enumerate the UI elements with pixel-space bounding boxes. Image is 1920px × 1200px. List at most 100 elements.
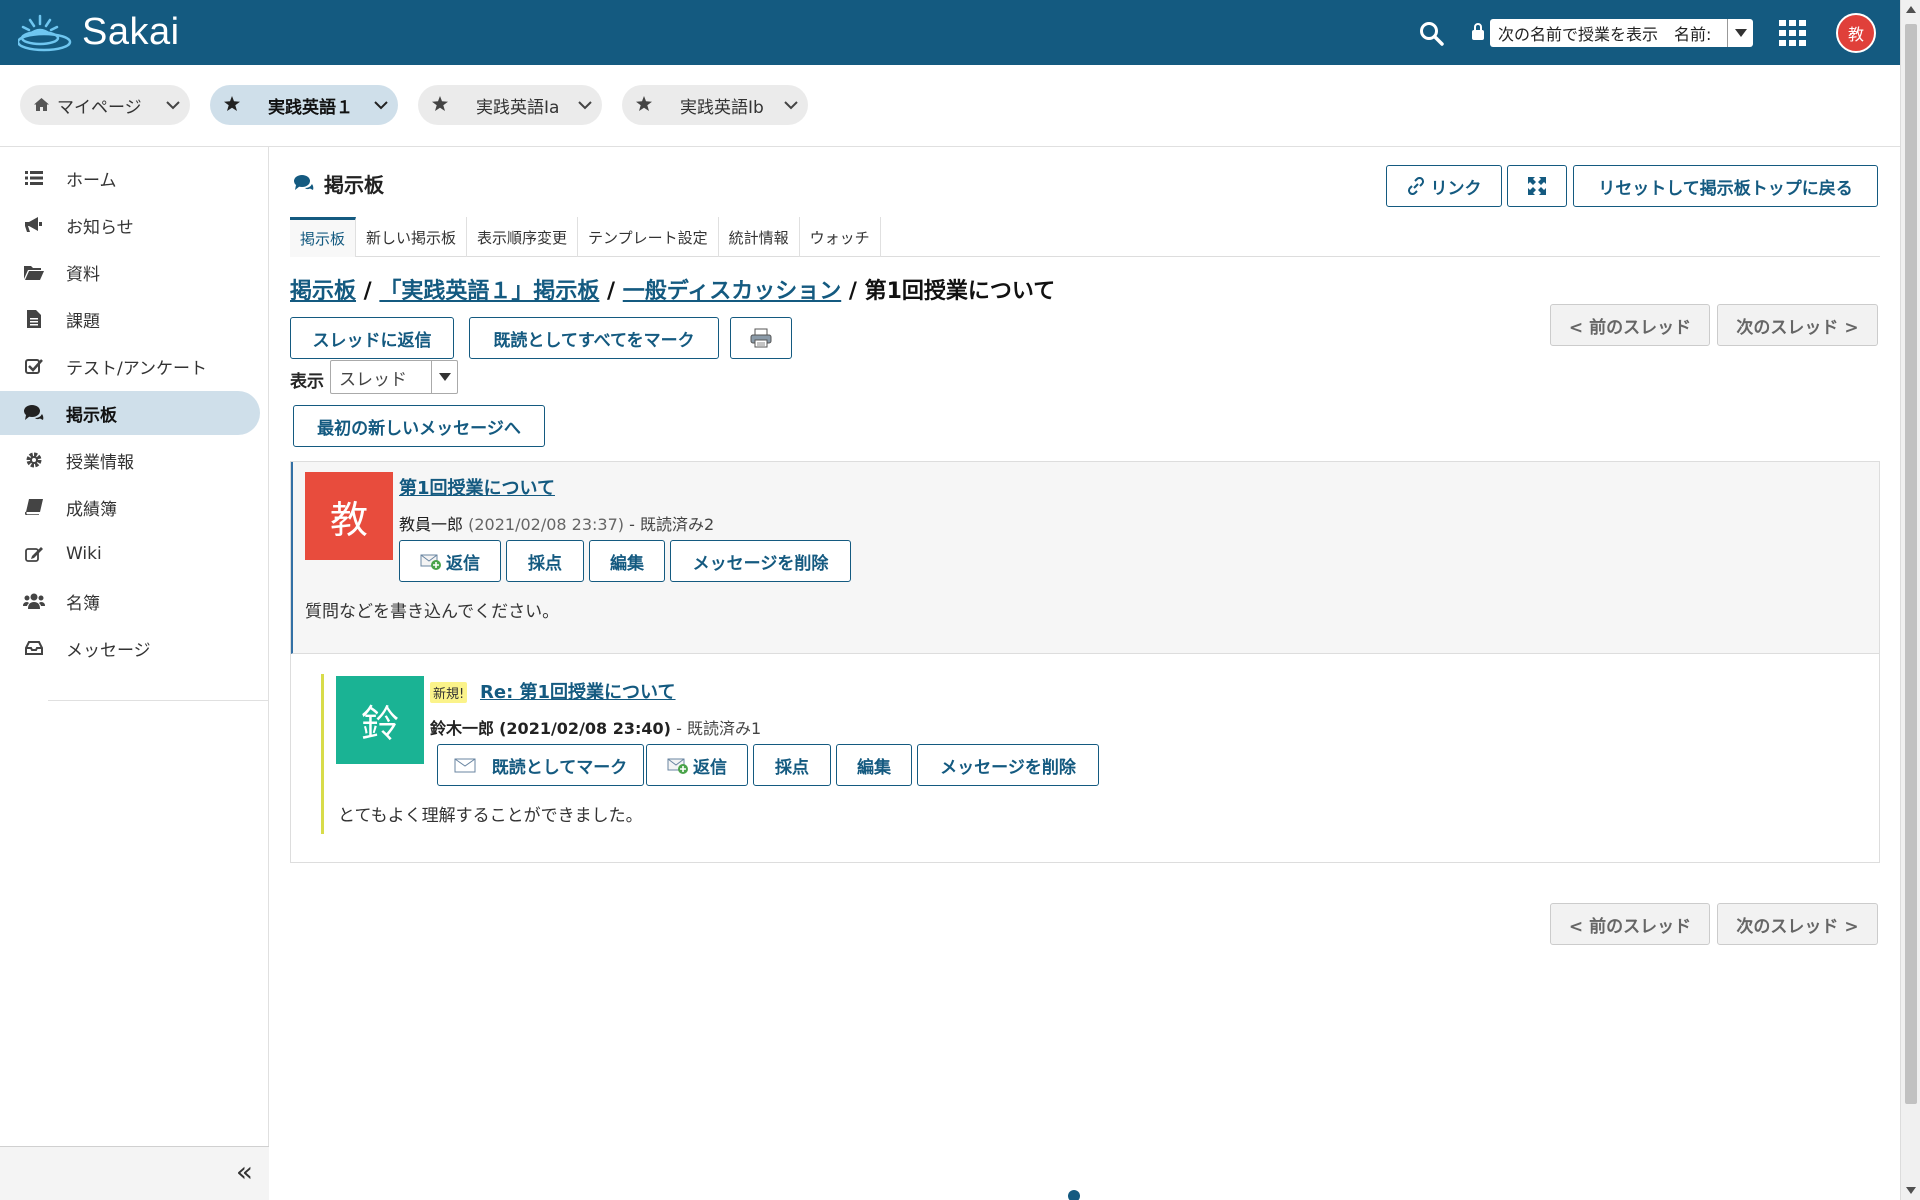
site-tab-mypage[interactable]: マイページ	[20, 85, 190, 125]
sidebar-item-messages[interactable]: メッセージ	[0, 626, 260, 670]
tool-title-text: 掲示板	[324, 173, 384, 197]
star-icon	[224, 95, 240, 115]
message-body: とてもよく理解することができました。	[338, 806, 643, 826]
message-read-count: - 既読済み2	[629, 515, 715, 534]
tab-new-forum[interactable]: 新しい掲示板	[356, 217, 468, 257]
link-icon	[1407, 177, 1424, 195]
inbox-icon	[22, 641, 46, 655]
sakai-logo[interactable]: Sakai	[18, 10, 180, 54]
chevron-down-icon[interactable]	[156, 100, 190, 110]
next-thread-button-bottom[interactable]: 次のスレッド >	[1717, 903, 1878, 945]
breadcrumb: 掲示板 / 「実践英語１」掲示板 / 一般ディスカッション / 第1回授業につい…	[290, 273, 1055, 305]
grade-button[interactable]: 採点	[506, 540, 584, 582]
mark-all-read-button[interactable]: 既読としてすべてをマーク	[469, 317, 719, 359]
new-badge: 新規!	[430, 682, 468, 703]
prev-thread-button[interactable]: < 前のスレッド	[1550, 304, 1710, 346]
display-mode-select[interactable]: スレッド	[330, 360, 458, 394]
reply-button[interactable]: 返信	[646, 744, 748, 786]
prev-thread-button-bottom[interactable]: < 前のスレッド	[1550, 903, 1710, 945]
breadcrumb-separator: /	[356, 279, 380, 304]
mail-icon	[454, 758, 476, 773]
next-thread-button[interactable]: 次のスレッド >	[1717, 304, 1878, 346]
chevron-down-icon	[431, 361, 457, 393]
app-name: Sakai	[82, 10, 180, 53]
display-label: 表示	[290, 372, 324, 392]
scroll-up-arrow[interactable]	[1906, 6, 1916, 13]
sidebar-item-label: テスト/アンケート	[66, 358, 208, 379]
display-mode-value: スレッド	[339, 369, 407, 390]
delete-message-button[interactable]: メッセージを削除	[670, 540, 851, 582]
comments-icon	[22, 405, 46, 421]
breadcrumb-topic-link[interactable]: 一般ディスカッション	[623, 279, 841, 304]
sidebar-item-resources[interactable]: 資料	[0, 250, 260, 294]
edit-button[interactable]: 編集	[589, 540, 665, 582]
site-tab-jissen-eigo-1[interactable]: 実践英語１	[210, 85, 398, 125]
message-body: 質問などを書き込んでください。	[305, 602, 560, 622]
collapse-sidebar-icon[interactable]: «	[236, 1158, 253, 1186]
lock-icon	[1470, 22, 1486, 42]
sidebar-item-announcements[interactable]: お知らせ	[0, 203, 260, 247]
chevron-down-icon[interactable]	[568, 100, 602, 110]
author-avatar: 教	[305, 472, 393, 560]
apps-grid-icon[interactable]	[1779, 20, 1807, 46]
reply-button[interactable]: 返信	[399, 540, 501, 582]
reset-button[interactable]: リセットして掲示板トップに戻る	[1573, 165, 1878, 207]
link-button[interactable]: リンク	[1386, 165, 1502, 207]
sidebar-item-assignments[interactable]: 課題	[0, 297, 260, 341]
tab-reorder[interactable]: 表示順序変更	[467, 217, 579, 257]
sidebar-item-gradebook[interactable]: 成績簿	[0, 485, 260, 529]
vertical-scrollbar[interactable]	[1900, 0, 1920, 1200]
message-date: (2021/02/08 23:40)	[499, 719, 671, 738]
reply-label: 返信	[446, 553, 480, 574]
edit-button[interactable]: 編集	[836, 744, 912, 786]
reply-label: 返信	[693, 757, 727, 778]
tab-forums[interactable]: 掲示板	[290, 217, 357, 257]
info-icon[interactable]	[1068, 1190, 1080, 1200]
sidebar-item-home[interactable]: ホーム	[0, 156, 260, 200]
reply-thread-button[interactable]: スレッドに返信	[290, 317, 454, 359]
scroll-down-arrow[interactable]	[1906, 1187, 1916, 1194]
first-new-message-button[interactable]: 最初の新しいメッセージへ	[293, 405, 545, 447]
message-title-link[interactable]: 第1回授業について	[399, 474, 555, 500]
search-icon[interactable]	[1418, 20, 1446, 48]
sidebar-item-label: 授業情報	[66, 452, 134, 473]
sidebar-item-tests[interactable]: テスト/アンケート	[0, 344, 260, 388]
chevron-down-icon[interactable]	[364, 100, 398, 110]
chevron-down-icon[interactable]	[774, 100, 808, 110]
sidebar-item-forums[interactable]: 掲示板	[0, 391, 260, 435]
gear-icon	[22, 451, 46, 469]
user-avatar[interactable]: 教	[1836, 13, 1876, 53]
fullscreen-button[interactable]	[1507, 165, 1567, 207]
site-tab-jissen-eigo-ib[interactable]: 実践英語Ib	[622, 85, 808, 125]
delete-message-button[interactable]: メッセージを削除	[917, 744, 1099, 786]
sidebar-item-label: Wiki	[66, 544, 102, 564]
scroll-thumb[interactable]	[1905, 24, 1917, 1104]
grade-button[interactable]: 採点	[753, 744, 831, 786]
message-author: 鈴木一郎	[430, 719, 495, 738]
sidebar-item-wiki[interactable]: Wiki	[0, 532, 260, 576]
tab-statistics[interactable]: 統計情報	[719, 217, 800, 257]
sidebar-item-label: 課題	[66, 311, 100, 332]
site-tab-label: 実践英語Ia	[476, 97, 560, 118]
breadcrumb-forums-link[interactable]: 掲示板	[290, 279, 356, 304]
message-title-link[interactable]: Re: 第1回授業について	[480, 678, 676, 704]
sidebar-item-roster[interactable]: 名簿	[0, 579, 260, 623]
view-as-select[interactable]: 次の名前で授業を表示 名前:	[1490, 19, 1753, 47]
breadcrumb-separator: /	[599, 279, 623, 304]
sidebar-item-label: 名簿	[66, 593, 100, 614]
sidebar-item-site-info[interactable]: 授業情報	[0, 438, 260, 482]
tab-watch[interactable]: ウォッチ	[800, 217, 881, 257]
tool-tabs: 掲示板 新しい掲示板 表示順序変更 テンプレート設定 統計情報 ウォッチ	[290, 217, 1880, 257]
tab-template-settings[interactable]: テンプレート設定	[578, 217, 719, 257]
reply-indent-bar	[321, 674, 324, 834]
sidebar-divider	[48, 700, 268, 701]
site-tab-jissen-eigo-ia[interactable]: 実践英語Ia	[418, 85, 602, 125]
top-header: Sakai 次の名前で授業を表示 名前: 教	[0, 0, 1900, 65]
site-tab-label: マイページ	[57, 97, 142, 118]
site-tabs-bar: マイページ 実践英語１ 実践英語Ia 実践英語Ib	[0, 65, 1900, 147]
link-label: リンク	[1430, 178, 1482, 199]
breadcrumb-current: 第1回授業について	[864, 279, 1056, 304]
breadcrumb-site-forum-link[interactable]: 「実践英語１」掲示板	[379, 279, 599, 304]
mark-read-button[interactable]: 既読としてマーク	[437, 744, 644, 786]
print-button[interactable]	[730, 317, 792, 359]
